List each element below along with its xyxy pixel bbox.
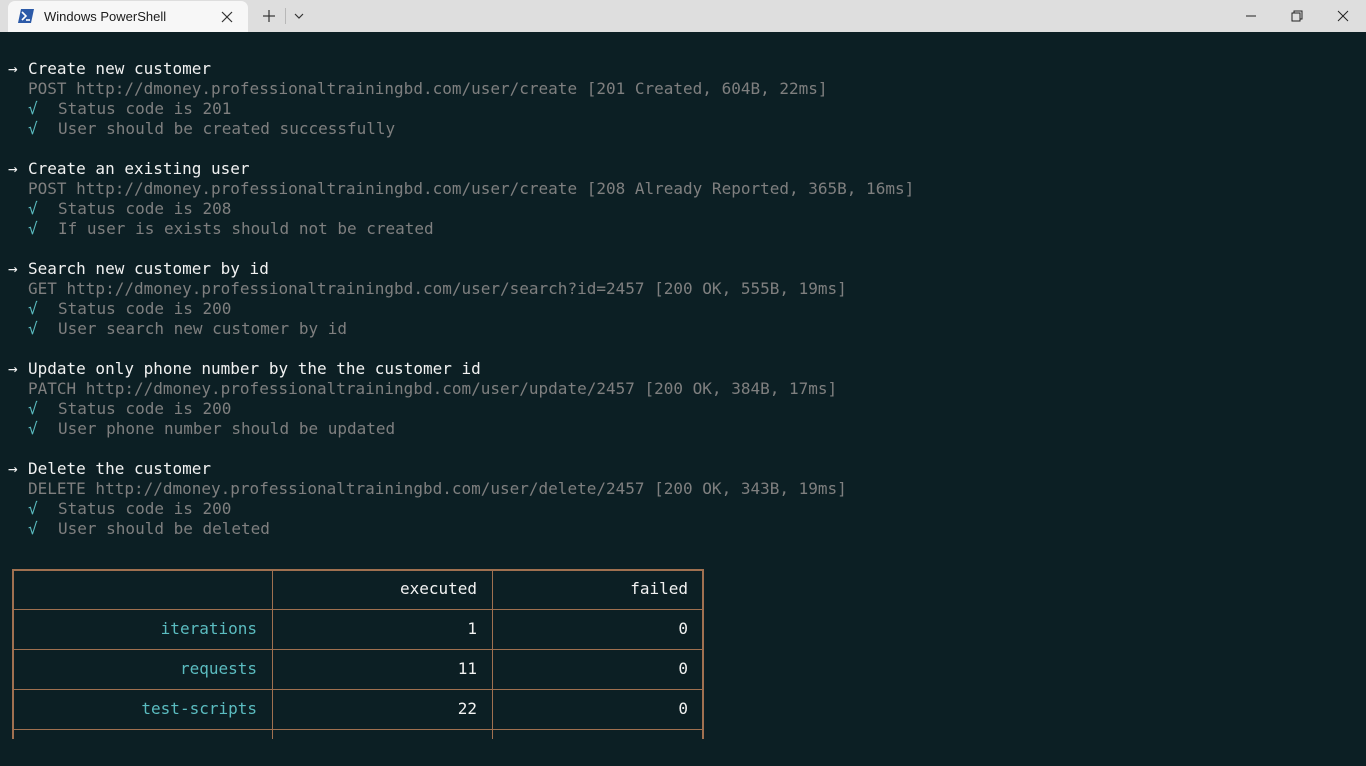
table-header-empty [14, 569, 257, 609]
check-icon: √ [28, 119, 38, 138]
arrow-icon: → [8, 359, 18, 378]
minimize-icon [1246, 15, 1256, 17]
check-icon: √ [28, 199, 38, 218]
title-bar: Windows PowerShell [0, 0, 1366, 32]
test-block-title: → Create an existing user [8, 159, 250, 178]
table-row-label: test-scripts [141, 699, 257, 718]
close-icon [1337, 10, 1349, 22]
test-result: √ User phone number should be updated [28, 419, 396, 438]
table-header-executed: executed [399, 579, 477, 598]
chevron-down-icon [294, 13, 304, 19]
request-line: POST http://dmoney.professionaltrainingb… [28, 79, 828, 98]
table-cell-executed: 1 [467, 619, 477, 638]
request-line: POST http://dmoney.professionaltrainingb… [28, 179, 915, 198]
check-icon: √ [28, 219, 38, 238]
test-result: √ User should be created successfully [28, 119, 396, 138]
plus-icon [263, 10, 275, 22]
arrow-icon: → [8, 459, 18, 478]
table-cell-failed: 0 [678, 619, 688, 638]
tab-separator [285, 8, 286, 24]
restore-icon [1291, 10, 1303, 22]
test-result: √ Status code is 200 [28, 399, 232, 418]
check-icon: √ [28, 399, 38, 418]
table-cell-failed: 0 [678, 659, 688, 678]
tab-windows-powershell[interactable]: Windows PowerShell [8, 1, 248, 32]
terminal-output[interactable]: → Create new customer POST http://dmoney.… [0, 32, 1366, 766]
table-header-failed: failed [630, 579, 688, 598]
tab-dropdown-button[interactable] [289, 4, 309, 28]
table-row-label: requests [179, 659, 257, 678]
table-cell-executed: 22 [457, 699, 477, 718]
check-icon: √ [28, 99, 38, 118]
summary-table: executed failed iterations 1 0 requests … [12, 569, 704, 739]
arrow-icon: → [8, 259, 18, 278]
request-line: GET http://dmoney.professionaltrainingbd… [28, 279, 847, 298]
test-block-title: → Search new customer by id [8, 259, 269, 278]
table-cell-executed: 11 [457, 659, 477, 678]
test-result: √ User search new customer by id [28, 319, 347, 338]
new-tab-button[interactable] [256, 4, 282, 28]
test-block-title: → Delete the customer [8, 459, 212, 478]
arrow-icon: → [8, 59, 18, 78]
test-block-title: → Update only phone number by the the cus… [8, 359, 481, 378]
test-result: √ Status code is 201 [28, 99, 232, 118]
maximize-button[interactable] [1274, 0, 1320, 32]
table-border [12, 729, 704, 730]
arrow-icon: → [8, 159, 18, 178]
test-result: √ Status code is 208 [28, 199, 232, 218]
minimize-button[interactable] [1228, 0, 1274, 32]
check-icon: √ [28, 319, 38, 338]
test-block-title: → Create new customer [8, 59, 212, 78]
test-result: √ If user is exists should not be created [28, 219, 434, 238]
close-icon[interactable] [219, 9, 235, 25]
powershell-icon [18, 9, 34, 23]
test-result: √ Status code is 200 [28, 499, 232, 518]
table-border [702, 569, 704, 739]
close-window-button[interactable] [1320, 0, 1366, 32]
table-row-label: iterations [160, 619, 257, 638]
test-result: √ User should be deleted [28, 519, 270, 538]
check-icon: √ [28, 519, 38, 538]
check-icon: √ [28, 419, 38, 438]
tab-title: Windows PowerShell [44, 9, 167, 24]
check-icon: √ [28, 299, 38, 318]
request-line: DELETE http://dmoney.professionaltrainin… [28, 479, 847, 498]
test-result: √ Status code is 200 [28, 299, 232, 318]
check-icon: √ [28, 499, 38, 518]
request-line: PATCH http://dmoney.professionaltraining… [28, 379, 838, 398]
table-cell-failed: 0 [678, 699, 688, 718]
